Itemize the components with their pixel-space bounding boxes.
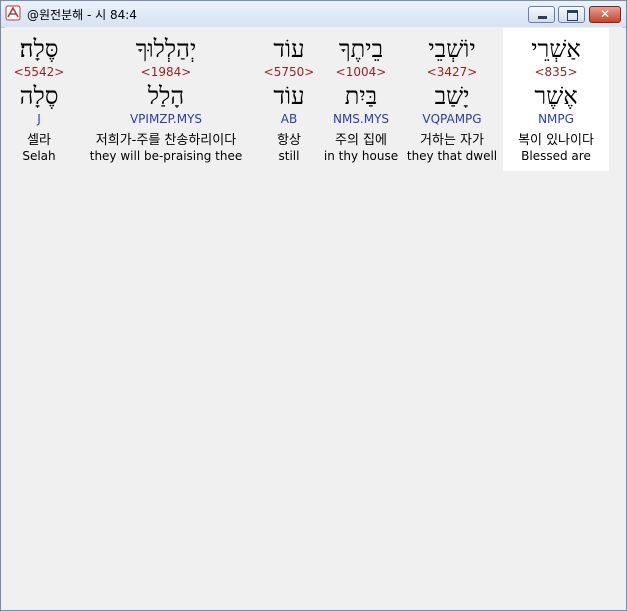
english-gloss: Selah bbox=[22, 149, 56, 163]
english-gloss: Blessed are bbox=[521, 149, 591, 163]
hebrew-word: סֶּלָה׃ bbox=[19, 35, 59, 63]
morphology-code: AB bbox=[280, 112, 298, 126]
strong-number[interactable]: <5542> bbox=[9, 65, 69, 79]
strong-number[interactable]: <3427> bbox=[405, 65, 499, 79]
english-gloss: still bbox=[278, 149, 300, 163]
hebrew-word: יְהַלְלוּךָ bbox=[135, 35, 197, 63]
strong-number[interactable]: <1004> bbox=[321, 65, 401, 79]
strong-number[interactable]: <835> bbox=[503, 65, 609, 79]
window-title: @원전분해 - 시 84:4 bbox=[27, 8, 137, 22]
morphology-code: VQPAMPG bbox=[422, 112, 482, 126]
close-button[interactable]: ✕ bbox=[589, 6, 621, 23]
hebrew-lemma: בַּיִת bbox=[344, 82, 378, 110]
korean-gloss: 주의 집에 bbox=[335, 133, 387, 148]
word-column-1[interactable]: אַשְׁרֵי <835> אֶשֶׁר NMPG 복이 있나이다 Bless… bbox=[503, 28, 609, 171]
hebrew-word: אַשְׁרֵי bbox=[531, 35, 581, 63]
korean-gloss: 복이 있나이다 bbox=[518, 133, 594, 148]
word-column-4[interactable]: עוֹד <5750> עוֹד AB 항상 still bbox=[259, 28, 319, 171]
word-column-6[interactable]: סֶּלָה׃ <5542> סֶלָה J 셀라 Selah bbox=[9, 28, 69, 171]
morphology-code: VPIMZP.MYS bbox=[129, 112, 203, 126]
hebrew-tool-icon[interactable] bbox=[5, 5, 21, 21]
morphology-code: J bbox=[37, 112, 41, 126]
word-column-2[interactable]: יוֹשְׁבֵי <3427> יָשַׁב VQPAMPG 거하는 자가 t… bbox=[405, 28, 499, 171]
morphology-code: NMS.MYS bbox=[332, 112, 390, 126]
app-window: @원전분해 - 시 84:4 ✕ אַשְׁרֵי <835> אֶשֶׁר N… bbox=[0, 0, 627, 611]
hebrew-word: עוֹד bbox=[273, 35, 305, 63]
korean-gloss: 셀라 bbox=[27, 133, 51, 148]
title-bar[interactable]: @원전분해 - 시 84:4 ✕ bbox=[1, 1, 626, 28]
english-gloss: they will be-praising thee bbox=[89, 149, 243, 163]
hebrew-word: בֵיתֶךָ bbox=[338, 35, 384, 63]
minimize-button[interactable] bbox=[528, 6, 555, 23]
english-gloss: in thy house bbox=[323, 149, 399, 163]
hebrew-lemma: עוֹד bbox=[273, 82, 305, 110]
korean-gloss: 저희가-주를 찬송하리이다 bbox=[95, 133, 237, 148]
hebrew-lemma: יָשַׁב bbox=[434, 82, 470, 110]
hebrew-word: יוֹשְׁבֵי bbox=[428, 35, 476, 63]
korean-gloss: 거하는 자가 bbox=[420, 133, 484, 148]
word-column-3[interactable]: בֵיתֶךָ <1004> בַּיִת NMS.MYS 주의 집에 in t… bbox=[321, 28, 401, 171]
hebrew-lemma: הָלַל bbox=[147, 82, 185, 110]
word-analysis-panel: אַשְׁרֵי <835> אֶשֶׁר NMPG 복이 있나이다 Bless… bbox=[5, 27, 622, 606]
hebrew-lemma: סֶלָה bbox=[19, 82, 59, 110]
strong-number[interactable]: <1984> bbox=[75, 65, 257, 79]
strong-number[interactable]: <5750> bbox=[259, 65, 319, 79]
english-gloss: they that dwell bbox=[406, 149, 498, 163]
hebrew-lemma: אֶשֶׁר bbox=[534, 82, 578, 110]
korean-gloss: 항상 bbox=[277, 133, 301, 148]
minimize-icon bbox=[529, 7, 554, 22]
word-column-5[interactable]: יְהַלְלוּךָ <1984> הָלַל VPIMZP.MYS 저희가-… bbox=[75, 28, 257, 171]
maximize-button[interactable] bbox=[558, 6, 585, 23]
morphology-code: NMPG bbox=[538, 112, 574, 126]
close-icon: ✕ bbox=[599, 7, 611, 21]
maximize-icon bbox=[559, 7, 584, 22]
